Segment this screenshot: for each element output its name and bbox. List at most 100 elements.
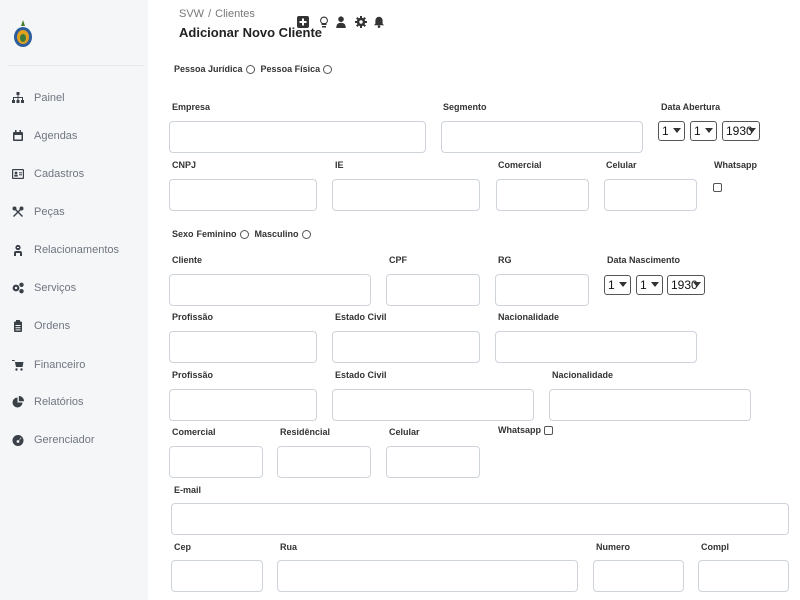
cpf-input[interactable]: [386, 274, 480, 306]
profile-button[interactable]: [335, 15, 347, 28]
profissao-2-input[interactable]: [169, 389, 317, 421]
rua-label: Rua: [280, 542, 298, 552]
sidebar-item-financeiro[interactable]: Financeiro: [12, 355, 85, 375]
sidebar-item-ordens[interactable]: Ordens: [12, 316, 70, 336]
sidebar-item-cadastros[interactable]: Cadastros: [12, 164, 84, 184]
feminino-radio[interactable]: [239, 229, 249, 239]
pessoa-fisica-radio[interactable]: [323, 64, 333, 74]
pessoa-juridica-label: Pessoa Jurídica: [174, 64, 243, 74]
nacionalidade-2-input[interactable]: [549, 389, 751, 421]
sidebar-item-gerenciador[interactable]: Gerenciador: [12, 430, 95, 450]
whatsapp-label: Whatsapp: [714, 160, 758, 170]
cep-label: Cep: [174, 542, 192, 552]
data-nascimento-year-select[interactable]: 1930: [667, 275, 705, 295]
compl-label: Compl: [701, 542, 729, 552]
notifications-button[interactable]: [373, 15, 385, 28]
celular-2-label: Celular: [389, 427, 420, 437]
tools-icon: [12, 206, 24, 217]
sexo-label: Sexo: [172, 229, 194, 239]
breadcrumb-root[interactable]: SVW: [179, 8, 204, 20]
whatsapp-checkbox[interactable]: [713, 183, 722, 192]
cliente-input[interactable]: [169, 274, 371, 306]
chevron-down-icon: [673, 128, 681, 133]
rg-input[interactable]: [495, 274, 589, 306]
chevron-down-icon: [619, 282, 627, 287]
sidebar-item-label: Relacionamentos: [34, 244, 119, 256]
estado-civil-input[interactable]: [332, 331, 480, 363]
data-nascimento-day-select[interactable]: 1: [604, 275, 631, 295]
sitemap-icon: [12, 92, 24, 103]
tips-button[interactable]: [318, 15, 330, 28]
cliente-label: Cliente: [172, 255, 203, 265]
pessoa-juridica-radio[interactable]: [245, 64, 255, 74]
profissao-input[interactable]: [169, 331, 317, 363]
numero-label: Numero: [596, 542, 631, 552]
sidebar-item-label: Relatórios: [34, 396, 84, 408]
user-tie-icon: [14, 244, 22, 256]
sidebar-item-relacionamentos[interactable]: Relacionamentos: [12, 240, 119, 260]
calendar-icon: [13, 130, 23, 141]
sidebar-item-relatorios[interactable]: Relatórios: [12, 392, 84, 412]
data-abertura-day-select[interactable]: 1: [658, 121, 685, 141]
estado-civil-2-input[interactable]: [332, 389, 534, 421]
celular-input[interactable]: [604, 179, 697, 211]
sidebar-item-label: Agendas: [34, 130, 78, 142]
segmento-input[interactable]: [441, 121, 643, 153]
feminino-label: Feminino: [196, 229, 237, 239]
data-nascimento-month-select[interactable]: 1: [636, 275, 663, 295]
sidebar: Painel Agendas Cadastros Peças Relaciona…: [0, 0, 148, 600]
cogs-icon: [12, 282, 24, 294]
settings-button[interactable]: [355, 15, 367, 28]
celular-2-input[interactable]: [386, 446, 480, 478]
person-type-group: Pessoa Jurídica Pessoa Física: [174, 64, 336, 74]
data-abertura-year-select[interactable]: 1930: [722, 121, 760, 141]
pessoa-fisica-label: Pessoa Física: [260, 64, 321, 74]
estado-civil-label: Estado Civil: [335, 312, 387, 322]
numero-input[interactable]: [593, 560, 684, 592]
sidebar-item-servicos[interactable]: Serviços: [12, 278, 76, 298]
add-button[interactable]: [297, 15, 309, 28]
sidebar-item-pecas[interactable]: Peças: [12, 202, 65, 222]
rua-input[interactable]: [277, 560, 578, 592]
nacionalidade-input[interactable]: [495, 331, 697, 363]
sidebar-item-label: Serviços: [34, 282, 77, 294]
gear-icon: [355, 16, 367, 28]
comercial-label: Comercial: [498, 160, 542, 170]
cnpj-input[interactable]: [169, 179, 317, 211]
cep-input[interactable]: [171, 560, 263, 592]
user-icon: [336, 16, 346, 28]
bell-icon: [374, 16, 384, 28]
whatsapp-2-label: Whatsapp: [498, 425, 542, 435]
empresa-input[interactable]: [169, 121, 426, 153]
comercial-2-label: Comercial: [172, 427, 216, 437]
whatsapp-2-group: Whatsapp: [498, 425, 554, 435]
sex-group: Sexo Feminino Masculino: [172, 229, 315, 239]
breadcrumb-current: Clientes: [215, 8, 255, 20]
email-label: E-mail: [174, 485, 202, 495]
lightbulb-icon: [320, 16, 328, 28]
comercial-2-input[interactable]: [169, 446, 263, 478]
masculino-label: Masculino: [254, 229, 299, 239]
sidebar-item-label: Painel: [34, 92, 65, 104]
email-input[interactable]: [171, 503, 789, 535]
sidebar-item-painel[interactable]: Painel: [12, 88, 65, 108]
masculino-radio[interactable]: [301, 229, 311, 239]
compl-input[interactable]: [698, 560, 789, 592]
chevron-down-icon: [693, 282, 701, 287]
nacionalidade-label: Nacionalidade: [498, 312, 560, 322]
profissao-label: Profissão: [172, 312, 214, 322]
sidebar-item-label: Gerenciador: [34, 434, 95, 446]
data-abertura-month-select[interactable]: 1: [690, 121, 717, 141]
residencial-label: Residêncial: [280, 427, 331, 437]
whatsapp-2-checkbox[interactable]: [544, 425, 554, 435]
sidebar-item-label: Financeiro: [34, 359, 86, 371]
ie-input[interactable]: [332, 179, 480, 211]
rg-label: RG: [498, 255, 512, 265]
residencial-input[interactable]: [277, 446, 371, 478]
data-nascimento-label: Data Nascimento: [607, 255, 681, 265]
app-logo[interactable]: [12, 20, 34, 48]
comercial-input[interactable]: [496, 179, 589, 211]
cart-icon: [12, 360, 24, 371]
sidebar-item-agendas[interactable]: Agendas: [12, 126, 77, 146]
data-abertura-label: Data Abertura: [661, 102, 721, 112]
